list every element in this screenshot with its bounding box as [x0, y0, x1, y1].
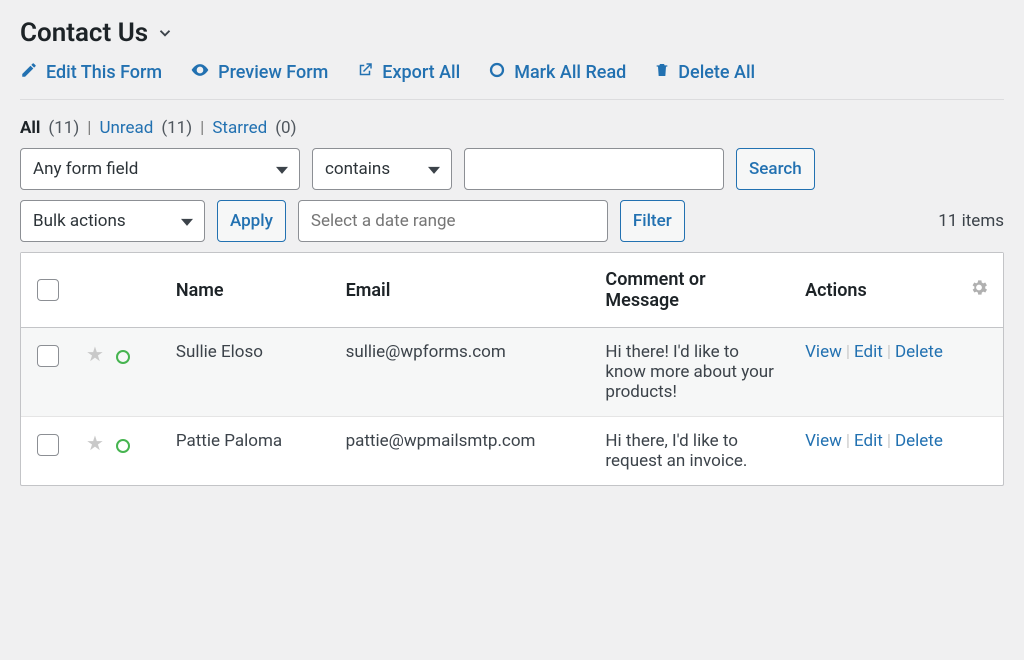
pencil-icon: [20, 61, 38, 84]
cell-msg: Hi there, I'd like to request an invoice…: [593, 417, 793, 486]
delete-all-link[interactable]: Delete All: [654, 61, 755, 84]
select-all-checkbox[interactable]: [37, 279, 59, 301]
delete-link[interactable]: Delete: [895, 431, 943, 451]
mark-read-label: Mark All Read: [514, 62, 626, 83]
edit-form-label: Edit This Form: [46, 62, 162, 83]
export-icon: [356, 61, 374, 84]
filter-all[interactable]: All: [20, 118, 40, 138]
edit-link[interactable]: Edit: [854, 431, 883, 451]
view-link[interactable]: View: [805, 342, 842, 362]
star-icon[interactable]: ★: [86, 342, 104, 366]
page-title[interactable]: Contact Us: [20, 18, 148, 48]
items-count: 11 items: [938, 211, 1004, 231]
unread-dot-icon[interactable]: [116, 350, 130, 364]
search-field-select[interactable]: Any form field: [20, 148, 300, 190]
preview-form-label: Preview Form: [218, 62, 328, 83]
filter-unread-count: (11): [161, 118, 192, 138]
export-all-label: Export All: [382, 62, 460, 83]
cell-name: Sullie Eloso: [164, 328, 334, 417]
circle-icon: [488, 61, 506, 84]
delete-link[interactable]: Delete: [895, 342, 943, 362]
col-name[interactable]: Name: [164, 253, 334, 328]
cell-name: Pattie Paloma: [164, 417, 334, 486]
trash-icon: [654, 61, 670, 84]
star-icon[interactable]: ★: [86, 431, 104, 455]
preview-form-link[interactable]: Preview Form: [190, 60, 328, 85]
cell-email: pattie@wpmailsmtp.com: [334, 417, 594, 486]
chevron-down-icon[interactable]: [156, 24, 174, 42]
delete-all-label: Delete All: [678, 62, 755, 83]
eye-icon: [190, 60, 210, 85]
search-value-input[interactable]: [464, 148, 724, 190]
col-email[interactable]: Email: [334, 253, 594, 328]
row-checkbox[interactable]: [37, 345, 59, 367]
gear-icon[interactable]: [969, 278, 989, 303]
bulk-actions-select[interactable]: Bulk actions: [20, 200, 205, 242]
apply-button[interactable]: Apply: [217, 200, 286, 242]
table-row: ★ Sullie Eloso sullie@wpforms.com Hi the…: [21, 328, 1003, 417]
search-op-select[interactable]: contains: [312, 148, 452, 190]
edit-form-link[interactable]: Edit This Form: [20, 61, 162, 84]
cell-msg: Hi there! I'd like to know more about yo…: [593, 328, 793, 417]
search-button[interactable]: Search: [736, 148, 815, 190]
unread-dot-icon[interactable]: [116, 439, 130, 453]
filter-starred[interactable]: Starred: [212, 118, 267, 138]
export-all-link[interactable]: Export All: [356, 61, 460, 84]
filter-all-count: (11): [48, 118, 79, 138]
mark-read-link[interactable]: Mark All Read: [488, 61, 626, 84]
filter-unread[interactable]: Unread: [99, 118, 153, 138]
row-checkbox[interactable]: [37, 434, 59, 456]
col-comment[interactable]: Comment or Message: [593, 253, 793, 328]
filter-starred-count: (0): [275, 118, 296, 138]
cell-email: sullie@wpforms.com: [334, 328, 594, 417]
col-actions: Actions: [805, 280, 867, 301]
edit-link[interactable]: Edit: [854, 342, 883, 362]
date-range-input[interactable]: [298, 200, 608, 242]
table-row: ★ Pattie Paloma pattie@wpmailsmtp.com Hi…: [21, 417, 1003, 486]
filter-button[interactable]: Filter: [620, 200, 685, 242]
view-link[interactable]: View: [805, 431, 842, 451]
